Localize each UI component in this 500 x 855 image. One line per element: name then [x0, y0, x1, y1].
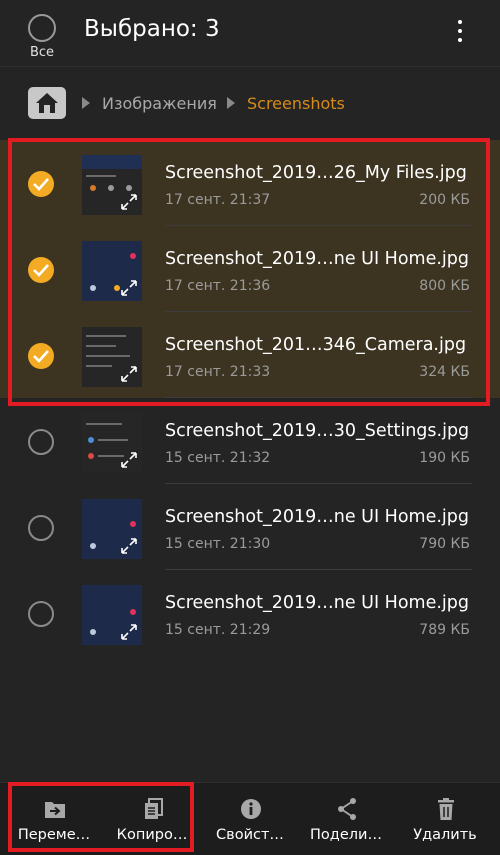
file-name: Screenshot_2019…ne UI Home.jpg [165, 507, 470, 527]
more-options-icon[interactable] [452, 18, 468, 44]
file-date: 15 сент. 21:29 [165, 622, 271, 638]
unchecked-circle-icon[interactable] [28, 429, 54, 455]
file-thumbnail [82, 499, 142, 559]
file-name: Screenshot_2019…30_Settings.jpg [165, 421, 470, 441]
select-all-checkbox[interactable] [28, 14, 56, 42]
file-thumbnail [82, 585, 142, 645]
file-row[interactable]: Screenshot_2019…ne UI Home.jpg 15 сент. … [0, 484, 500, 570]
file-size: 190 КБ [419, 450, 470, 466]
selection-count-title: Выбрано: 3 [84, 16, 220, 42]
expand-icon[interactable] [120, 451, 138, 469]
expand-icon[interactable] [120, 537, 138, 555]
delete-label: Удалить [413, 827, 477, 843]
selection-header: Все Выбрано: 3 [0, 0, 500, 66]
unchecked-circle-icon[interactable] [28, 515, 54, 541]
chevron-right-icon [227, 97, 235, 109]
properties-button[interactable]: Свойст… [201, 783, 299, 855]
breadcrumb: Изображения Screenshots [0, 66, 500, 136]
home-icon[interactable] [28, 87, 66, 119]
action-buttons-highlight [8, 782, 194, 852]
delete-button[interactable]: Удалить [396, 783, 494, 855]
properties-label: Свойст… [216, 827, 284, 843]
delete-icon [438, 798, 454, 820]
breadcrumb-item-images[interactable]: Изображения [102, 94, 217, 113]
file-row[interactable]: Screenshot_2019…ne UI Home.jpg 15 сент. … [0, 570, 500, 656]
share-label: Подели… [310, 827, 382, 843]
file-size: 790 КБ [419, 536, 470, 552]
file-name: Screenshot_2019…ne UI Home.jpg [165, 593, 470, 613]
share-icon [338, 798, 356, 820]
file-thumbnail [82, 413, 142, 473]
info-icon [241, 799, 261, 819]
file-date: 15 сент. 21:30 [165, 536, 271, 552]
file-size: 789 КБ [419, 622, 470, 638]
selected-items-highlight [8, 138, 490, 406]
expand-icon[interactable] [120, 623, 138, 641]
share-button[interactable]: Подели… [297, 783, 395, 855]
file-date: 15 сент. 21:32 [165, 450, 271, 466]
breadcrumb-item-screenshots[interactable]: Screenshots [247, 94, 345, 113]
chevron-right-icon [82, 97, 90, 109]
unchecked-circle-icon[interactable] [28, 601, 54, 627]
file-row[interactable]: Screenshot_2019…30_Settings.jpg 15 сент.… [0, 398, 500, 484]
select-all-label: Все [29, 45, 55, 60]
